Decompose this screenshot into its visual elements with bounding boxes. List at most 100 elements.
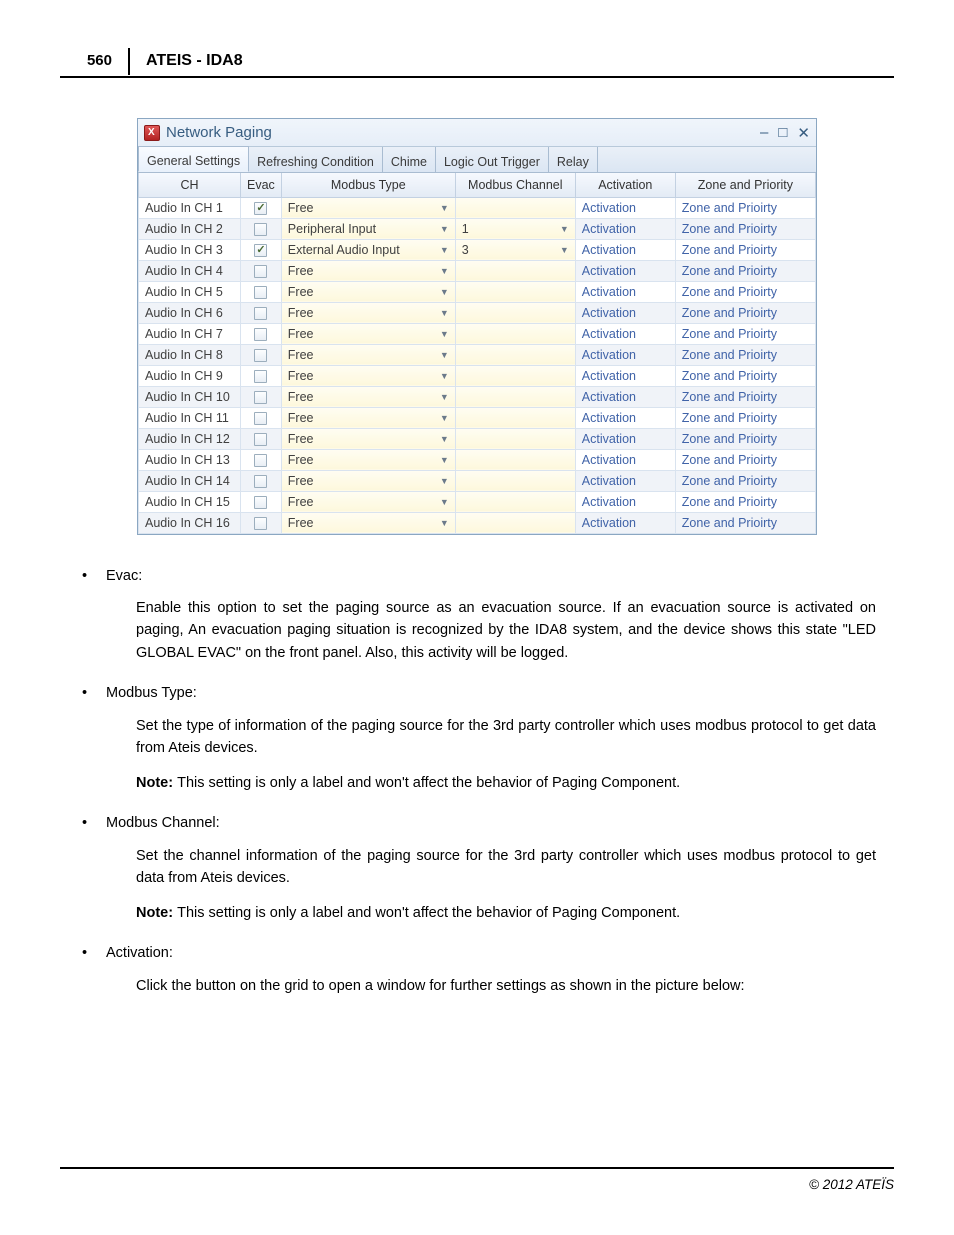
- modbus-channel-cell[interactable]: [455, 365, 575, 386]
- modbus-channel-cell[interactable]: [455, 386, 575, 407]
- evac-checkbox[interactable]: [254, 328, 267, 341]
- zone-priority-link[interactable]: Zone and Prioirty: [675, 470, 815, 491]
- activation-link[interactable]: Activation: [575, 281, 675, 302]
- zone-priority-link[interactable]: Zone and Prioirty: [675, 323, 815, 344]
- modbus-type-cell[interactable]: Peripheral Input▼: [281, 218, 455, 239]
- modbus-channel-cell[interactable]: [455, 281, 575, 302]
- tab-relay[interactable]: Relay: [549, 147, 598, 172]
- bullet-title: Activation:: [106, 942, 876, 964]
- activation-link[interactable]: Activation: [575, 239, 675, 260]
- ch-cell: Audio In CH 15: [139, 491, 241, 512]
- column-header[interactable]: Evac: [241, 173, 282, 197]
- ch-cell: Audio In CH 14: [139, 470, 241, 491]
- evac-checkbox[interactable]: [254, 223, 267, 236]
- modbus-channel-cell[interactable]: 3▼: [455, 239, 575, 260]
- activation-link[interactable]: Activation: [575, 365, 675, 386]
- modbus-channel-cell[interactable]: [455, 428, 575, 449]
- evac-checkbox[interactable]: [254, 433, 267, 446]
- modbus-type-cell[interactable]: Free▼: [281, 281, 455, 302]
- modbus-type-cell[interactable]: Free▼: [281, 491, 455, 512]
- modbus-type-cell[interactable]: Free▼: [281, 386, 455, 407]
- zone-priority-link[interactable]: Zone and Prioirty: [675, 281, 815, 302]
- modbus-type-cell[interactable]: Free▼: [281, 449, 455, 470]
- close-icon[interactable]: ✕: [797, 124, 810, 142]
- modbus-type-cell[interactable]: Free▼: [281, 428, 455, 449]
- modbus-type-cell[interactable]: Free▼: [281, 302, 455, 323]
- zone-priority-link[interactable]: Zone and Prioirty: [675, 260, 815, 281]
- minimize-icon[interactable]: –: [760, 124, 768, 142]
- evac-checkbox[interactable]: [254, 496, 267, 509]
- activation-link[interactable]: Activation: [575, 344, 675, 365]
- evac-checkbox[interactable]: [254, 454, 267, 467]
- activation-link[interactable]: Activation: [575, 260, 675, 281]
- tab-refreshing-condition[interactable]: Refreshing Condition: [249, 147, 383, 172]
- evac-checkbox[interactable]: [254, 349, 267, 362]
- activation-link[interactable]: Activation: [575, 491, 675, 512]
- modbus-channel-cell[interactable]: 1▼: [455, 218, 575, 239]
- column-header[interactable]: Modbus Type: [281, 173, 455, 197]
- activation-link[interactable]: Activation: [575, 407, 675, 428]
- evac-checkbox[interactable]: [254, 265, 267, 278]
- activation-link[interactable]: Activation: [575, 386, 675, 407]
- modbus-channel-cell[interactable]: [455, 491, 575, 512]
- zone-priority-link[interactable]: Zone and Prioirty: [675, 449, 815, 470]
- modbus-channel-cell[interactable]: [455, 197, 575, 218]
- column-header[interactable]: Zone and Priority: [675, 173, 815, 197]
- tab-bar: General SettingsRefreshing ConditionChim…: [138, 147, 816, 173]
- activation-link[interactable]: Activation: [575, 470, 675, 491]
- modbus-type-cell[interactable]: Free▼: [281, 344, 455, 365]
- activation-link[interactable]: Activation: [575, 302, 675, 323]
- evac-checkbox[interactable]: [254, 307, 267, 320]
- activation-link[interactable]: Activation: [575, 428, 675, 449]
- zone-priority-link[interactable]: Zone and Prioirty: [675, 386, 815, 407]
- zone-priority-link[interactable]: Zone and Prioirty: [675, 218, 815, 239]
- maximize-icon[interactable]: □: [778, 124, 787, 142]
- evac-checkbox[interactable]: [254, 475, 267, 488]
- modbus-channel-cell[interactable]: [455, 302, 575, 323]
- tab-chime[interactable]: Chime: [383, 147, 436, 172]
- zone-priority-link[interactable]: Zone and Prioirty: [675, 512, 815, 533]
- modbus-channel-cell[interactable]: [455, 323, 575, 344]
- zone-priority-link[interactable]: Zone and Prioirty: [675, 407, 815, 428]
- evac-checkbox[interactable]: [254, 391, 267, 404]
- column-header[interactable]: Activation: [575, 173, 675, 197]
- modbus-type-cell[interactable]: Free▼: [281, 365, 455, 386]
- tab-logic-out-trigger[interactable]: Logic Out Trigger: [436, 147, 549, 172]
- modbus-channel-cell[interactable]: [455, 344, 575, 365]
- modbus-channel-cell[interactable]: [455, 260, 575, 281]
- activation-link[interactable]: Activation: [575, 512, 675, 533]
- evac-checkbox[interactable]: [254, 244, 267, 257]
- zone-priority-link[interactable]: Zone and Prioirty: [675, 302, 815, 323]
- modbus-channel-cell[interactable]: [455, 512, 575, 533]
- modbus-type-cell[interactable]: Free▼: [281, 323, 455, 344]
- modbus-type-cell[interactable]: Free▼: [281, 470, 455, 491]
- zone-priority-link[interactable]: Zone and Prioirty: [675, 197, 815, 218]
- column-header[interactable]: CH: [139, 173, 241, 197]
- zone-priority-link[interactable]: Zone and Prioirty: [675, 428, 815, 449]
- modbus-channel-cell[interactable]: [455, 407, 575, 428]
- zone-priority-link[interactable]: Zone and Prioirty: [675, 491, 815, 512]
- evac-checkbox[interactable]: [254, 370, 267, 383]
- modbus-type-cell[interactable]: Free▼: [281, 407, 455, 428]
- ch-cell: Audio In CH 2: [139, 218, 241, 239]
- modbus-type-cell[interactable]: Free▼: [281, 197, 455, 218]
- evac-checkbox[interactable]: [254, 412, 267, 425]
- evac-checkbox[interactable]: [254, 286, 267, 299]
- zone-priority-link[interactable]: Zone and Prioirty: [675, 344, 815, 365]
- activation-link[interactable]: Activation: [575, 218, 675, 239]
- activation-link[interactable]: Activation: [575, 449, 675, 470]
- modbus-channel-cell[interactable]: [455, 470, 575, 491]
- evac-checkbox[interactable]: [254, 202, 267, 215]
- tab-general-settings[interactable]: General Settings: [138, 146, 249, 172]
- modbus-channel-cell[interactable]: [455, 449, 575, 470]
- modbus-type-cell[interactable]: Free▼: [281, 260, 455, 281]
- modbus-type-cell[interactable]: External Audio Input▼: [281, 239, 455, 260]
- bullet-mark: •: [78, 565, 106, 665]
- column-header[interactable]: Modbus Channel: [455, 173, 575, 197]
- zone-priority-link[interactable]: Zone and Prioirty: [675, 365, 815, 386]
- modbus-type-cell[interactable]: Free▼: [281, 512, 455, 533]
- zone-priority-link[interactable]: Zone and Prioirty: [675, 239, 815, 260]
- activation-link[interactable]: Activation: [575, 197, 675, 218]
- evac-checkbox[interactable]: [254, 517, 267, 530]
- activation-link[interactable]: Activation: [575, 323, 675, 344]
